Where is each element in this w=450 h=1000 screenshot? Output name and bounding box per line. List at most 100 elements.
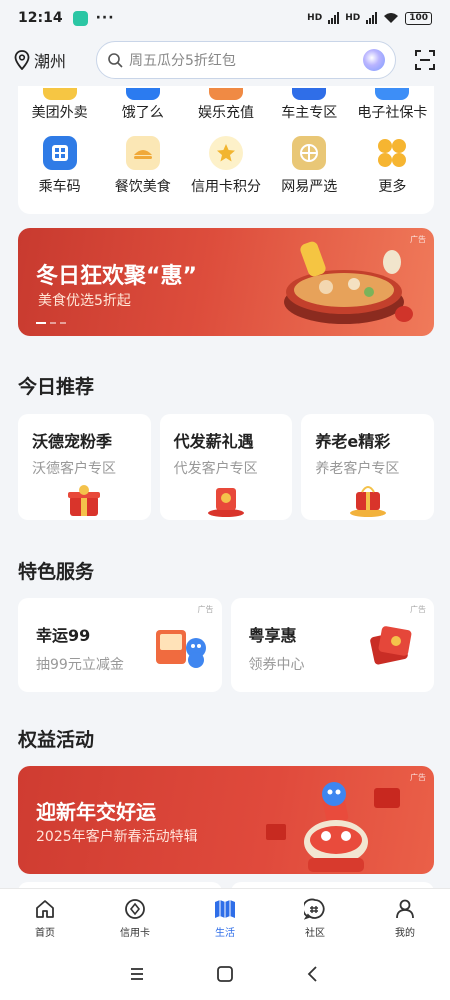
service-label: 乘车码 bbox=[38, 179, 81, 195]
search-placeholder: 周五瓜分5折红包 bbox=[129, 53, 236, 69]
service-grid-row-2: 乘车码 餐饮美食 信用卡积分 网易严选 更多 bbox=[18, 136, 434, 196]
service-label: 娱乐充值 bbox=[198, 105, 254, 121]
tab-label: 信用卡 bbox=[120, 928, 150, 939]
location-selector[interactable]: 潮州 bbox=[14, 48, 96, 72]
service-label: 美团外卖 bbox=[31, 105, 88, 121]
promo-banner-newyear[interactable]: 迎新年交好运 2025年客户新春活动特辑 广告 bbox=[18, 766, 434, 874]
banner-pagination bbox=[36, 322, 66, 324]
scan-button[interactable] bbox=[396, 49, 436, 71]
home-button-icon[interactable] bbox=[216, 965, 234, 983]
card-title: 代发薪礼遇 bbox=[173, 432, 254, 451]
tab-community[interactable]: 社区 bbox=[270, 889, 360, 948]
compass-icon bbox=[125, 899, 145, 919]
tab-label: 我的 bbox=[395, 928, 415, 939]
home-icon bbox=[36, 900, 54, 918]
service-icon bbox=[375, 88, 410, 100]
service-food[interactable]: 餐饮美食 bbox=[101, 136, 184, 196]
red-envelope-stand-icon bbox=[208, 488, 244, 517]
status-time: 12:14 bbox=[18, 10, 63, 26]
featured-card-yuexianghui[interactable]: 粤享惠 领券中心 广告 bbox=[230, 598, 434, 692]
lion-dance-mascot-illustration bbox=[266, 782, 400, 872]
hotpot-illustration bbox=[284, 241, 413, 324]
community-icon bbox=[304, 898, 325, 920]
service-icon bbox=[125, 88, 160, 100]
service-label: 车主专区 bbox=[281, 105, 338, 121]
service-label: 信用卡积分 bbox=[191, 179, 261, 195]
service-bus-card[interactable]: 乘车码 bbox=[18, 136, 101, 196]
service-more[interactable]: 更多 bbox=[351, 136, 434, 196]
voice-assistant-icon[interactable] bbox=[363, 49, 385, 71]
ad-tag: 广告 bbox=[197, 605, 214, 614]
today-card-pension[interactable]: 养老e精彩 养老客户专区 bbox=[301, 414, 435, 520]
recent-apps-icon[interactable] bbox=[128, 965, 146, 983]
service-netease[interactable]: 网易严选 bbox=[268, 136, 351, 196]
card-title: 养老e精彩 bbox=[315, 432, 391, 451]
lucky-draw-mascot-icon bbox=[155, 630, 206, 668]
today-card-payroll[interactable]: 代发薪礼遇 代发客户专区 bbox=[159, 414, 293, 520]
promo-subtitle: 2025年客户新春活动特辑 bbox=[36, 829, 198, 845]
card-subtitle: 沃德客户专区 bbox=[32, 461, 116, 477]
star-points-icon bbox=[209, 136, 243, 170]
header-search-row: 潮州 周五瓜分5折红包 bbox=[0, 38, 450, 82]
featured-card-lucky99[interactable]: 幸运99 抽99元立减金 广告 bbox=[18, 598, 222, 692]
more-grid-icon bbox=[375, 136, 409, 170]
service-label: 网易严选 bbox=[281, 179, 338, 195]
today-cards: 沃德宠粉季 沃德客户专区 代发薪礼遇 代发客户专区 养老e精彩 养老客户专区 bbox=[18, 414, 435, 520]
featured-section-title: 特色服务 bbox=[18, 561, 95, 583]
status-bar: 12:14 ··· HD HD 100 bbox=[0, 0, 450, 36]
service-credit-points[interactable]: 信用卡积分 bbox=[184, 136, 267, 196]
promo-banner-winter[interactable]: 冬日狂欢聚“惠” 美食优选5折起 广告 bbox=[18, 228, 434, 336]
system-nav-bar bbox=[0, 948, 450, 1000]
ad-tag: 广告 bbox=[410, 605, 426, 614]
service-label: 更多 bbox=[378, 179, 407, 195]
tab-label: 生活 bbox=[215, 928, 235, 939]
search-input[interactable]: 周五瓜分5折红包 bbox=[96, 41, 396, 79]
service-item-row1[interactable]: 电子社保卡 bbox=[351, 86, 434, 122]
service-grid: 美团外卖 饿了么 娱乐充值 车主专区 电子社保卡 乘车码 餐饮美食 信用卡积分 网易严选 bbox=[18, 86, 434, 214]
featured-cards: 幸运99 抽99元立减金 广告 粤享惠 领券中心 广告 bbox=[18, 598, 434, 692]
tab-home[interactable]: 首页 bbox=[0, 889, 90, 948]
today-card-wode[interactable]: 沃德宠粉季 沃德客户专区 bbox=[18, 414, 151, 520]
service-item-row1[interactable]: 娱乐充值 bbox=[184, 86, 267, 122]
service-label: 饿了么 bbox=[121, 105, 164, 121]
food-icon bbox=[125, 136, 160, 170]
promo-title: 迎新年交好运 bbox=[36, 800, 156, 824]
red-gift-stand-icon bbox=[349, 486, 386, 517]
service-grid-row-1: 美团外卖 饿了么 娱乐充值 车主专区 电子社保卡 bbox=[18, 86, 434, 122]
netease-icon bbox=[292, 136, 327, 170]
service-label: 电子社保卡 bbox=[357, 105, 428, 121]
card-subtitle: 代发客户专区 bbox=[173, 461, 258, 477]
bottom-tab-bar: 首页 信用卡 生活 社区 我的 bbox=[0, 888, 450, 948]
bus-card-icon bbox=[42, 136, 77, 170]
location-pin-icon bbox=[14, 50, 30, 70]
signal-icon-2 bbox=[366, 12, 378, 24]
tab-label: 首页 bbox=[35, 928, 55, 939]
service-item-row1[interactable]: 美团外卖 bbox=[18, 86, 101, 122]
service-icon bbox=[292, 88, 327, 100]
banner-title: 冬日狂欢聚“惠” bbox=[36, 264, 197, 289]
tab-credit-card[interactable]: 信用卡 bbox=[90, 889, 180, 948]
tab-profile[interactable]: 我的 bbox=[360, 889, 450, 948]
banner-subtitle: 美食优选5折起 bbox=[38, 293, 131, 309]
service-icon bbox=[209, 88, 243, 100]
service-icon bbox=[42, 88, 77, 100]
benefits-section-title: 权益活动 bbox=[18, 729, 95, 751]
location-label: 潮州 bbox=[34, 52, 67, 71]
hd-label-2: HD bbox=[345, 13, 361, 23]
coupon-gift-icon bbox=[370, 626, 412, 665]
back-icon[interactable] bbox=[304, 965, 322, 983]
service-item-row1[interactable]: 饿了么 bbox=[101, 86, 184, 122]
today-section-title: 今日推荐 bbox=[18, 376, 95, 398]
service-label: 餐饮美食 bbox=[114, 179, 171, 195]
gift-box-icon bbox=[68, 485, 101, 516]
life-icon bbox=[215, 900, 235, 918]
battery-icon: 100 bbox=[405, 11, 432, 25]
more-notifications-icon: ··· bbox=[95, 10, 115, 26]
app-notification-icon bbox=[72, 10, 88, 26]
signal-icon-1 bbox=[328, 12, 340, 24]
wifi-icon bbox=[384, 13, 399, 23]
tab-life[interactable]: 生活 bbox=[180, 889, 270, 948]
search-icon bbox=[108, 53, 123, 68]
tab-label: 社区 bbox=[305, 928, 325, 939]
service-item-row1[interactable]: 车主专区 bbox=[268, 86, 351, 122]
